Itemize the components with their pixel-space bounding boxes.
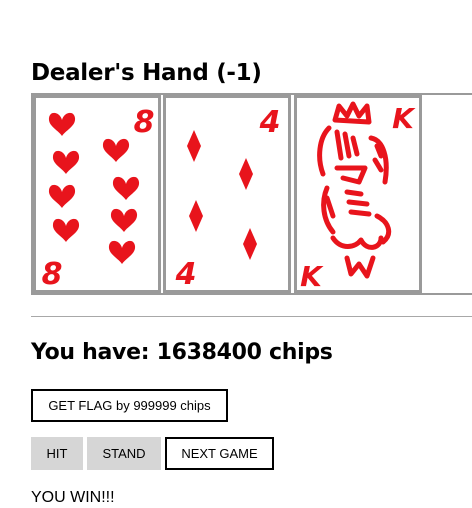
- card-rank-bottom: K: [300, 260, 324, 290]
- dealer-card-row: 8 8 4 4 K K: [31, 93, 472, 295]
- card-king: K K: [294, 95, 422, 293]
- heart-icon: [48, 112, 140, 264]
- card-rank-bottom: 8: [42, 257, 63, 290]
- diamond-icon: [187, 130, 257, 260]
- card-rank-top: K: [392, 102, 416, 135]
- chip-count: You have: 1638400 chips: [31, 340, 333, 365]
- game-result: YOU WIN!!!: [31, 489, 115, 506]
- section-divider: [31, 316, 472, 317]
- stand-button[interactable]: STAND: [87, 437, 161, 470]
- card-8-hearts: 8 8: [33, 95, 161, 293]
- next-game-button[interactable]: NEXT GAME: [165, 437, 274, 470]
- card-rank-top: 8: [134, 105, 155, 140]
- card-4-diamonds: 4 4: [163, 95, 291, 293]
- card-rank-top: 4: [259, 105, 281, 140]
- card-rank-bottom: 4: [175, 257, 197, 290]
- get-flag-button[interactable]: GET FLAG by 999999 chips: [31, 389, 228, 422]
- hit-button[interactable]: HIT: [31, 437, 83, 470]
- king-figure-icon: [317, 101, 392, 279]
- dealer-hand-title: Dealer's Hand (-1): [31, 60, 262, 86]
